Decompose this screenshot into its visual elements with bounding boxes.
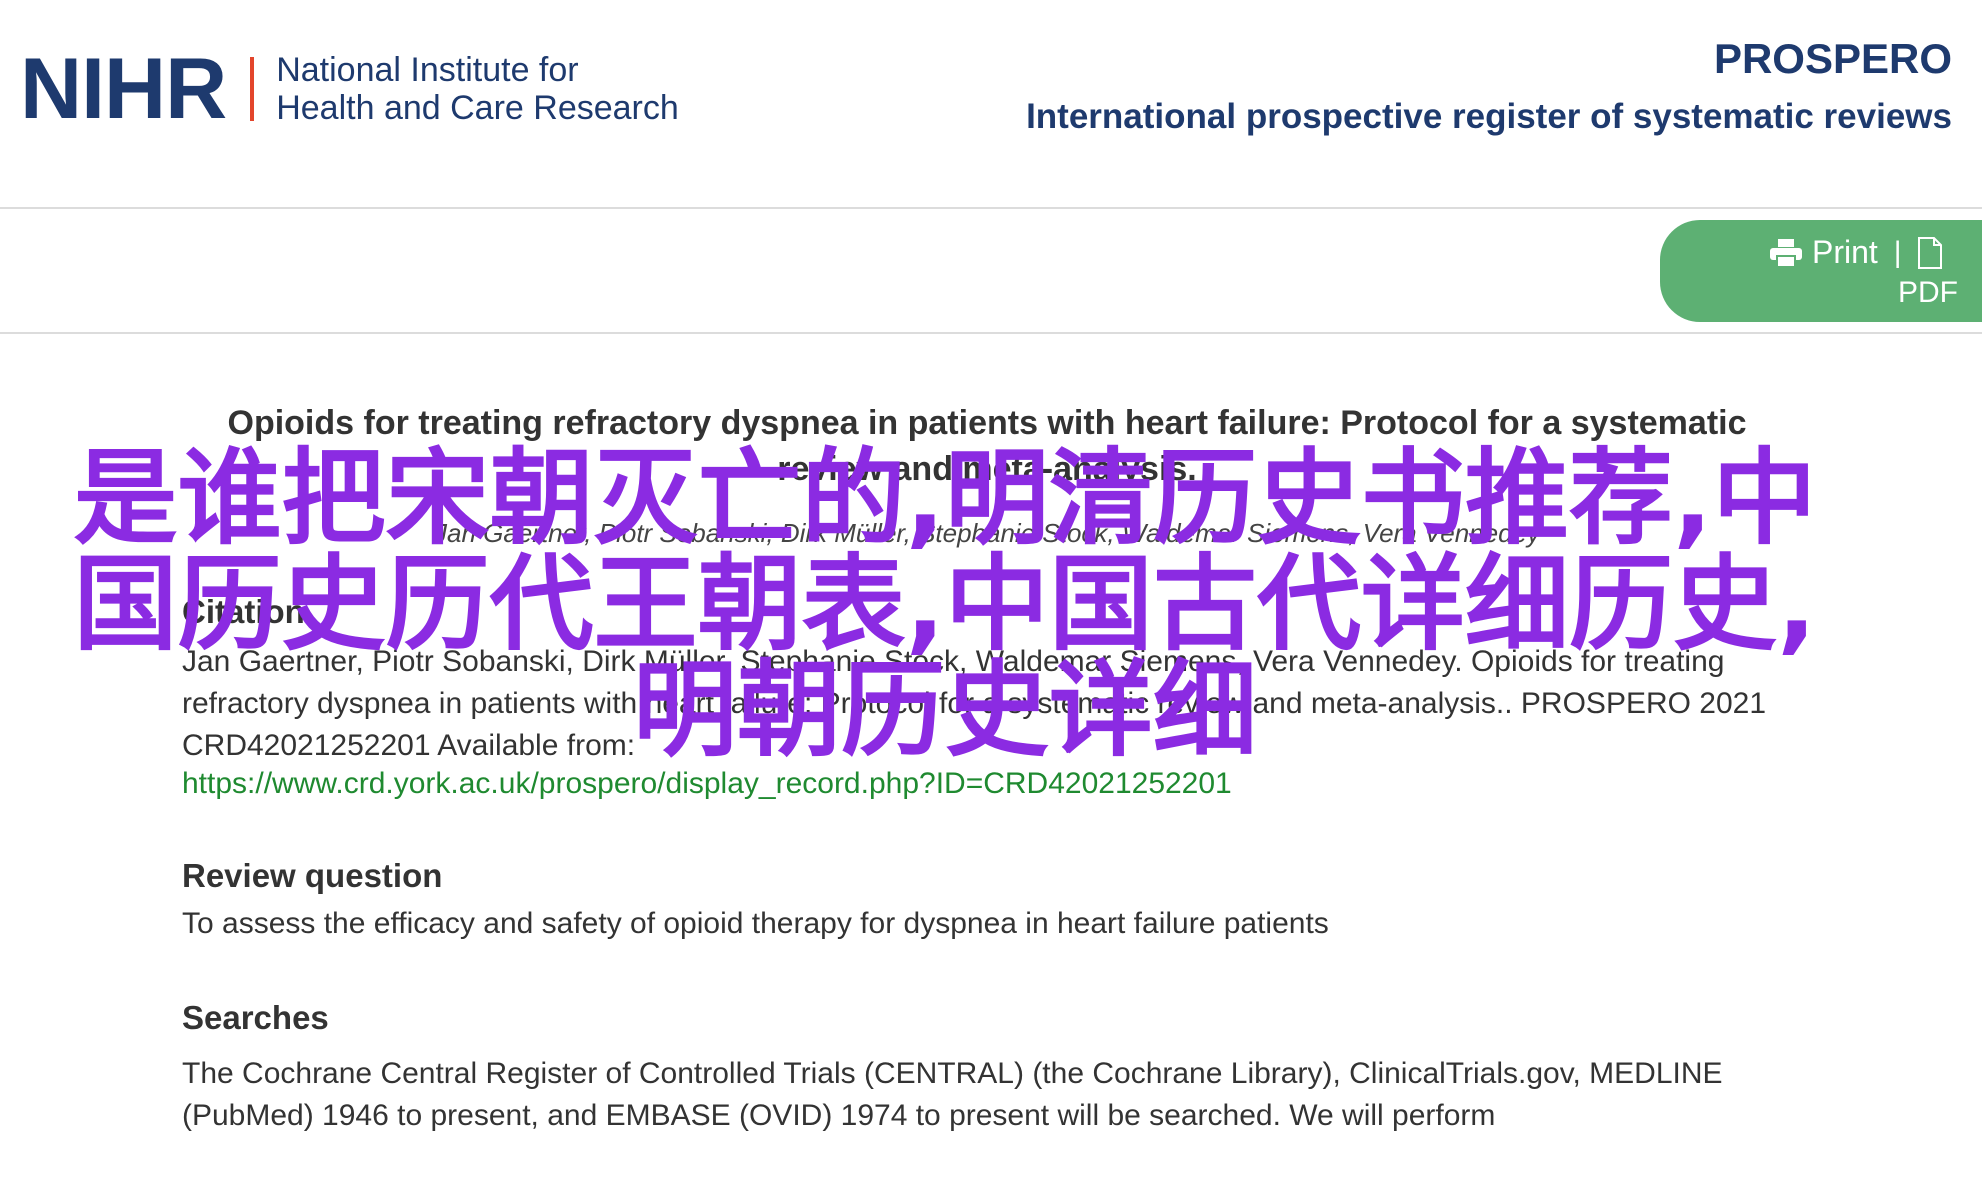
- printer-icon: [1770, 238, 1802, 267]
- print-label: Print: [1812, 234, 1878, 270]
- citation-text: Jan Gaertner, Piotr Sobanski, Dirk Mülle…: [182, 645, 1767, 762]
- pdf-file-icon[interactable]: [1917, 236, 1942, 269]
- logo-mark: NIHR: [20, 41, 227, 137]
- review-question-heading: Review question: [182, 857, 443, 894]
- logo-text: National Institute for Health and Care R…: [276, 51, 679, 127]
- citation-link[interactable]: https://www.crd.york.ac.uk/prospero/disp…: [182, 767, 1232, 800]
- prospero-brand: PROSPERO International prospective regis…: [1026, 35, 1952, 137]
- record-authors: Jan Gaertner, Piotr Sobanski, Dirk Mülle…: [433, 518, 1541, 548]
- header-divider: [0, 207, 1982, 209]
- searches-heading: Searches: [182, 999, 329, 1036]
- logo-divider: [250, 57, 255, 121]
- searches-text: The Cochrane Central Register of Control…: [182, 1057, 1723, 1132]
- record-content: Opioids for treating refractory dyspnea …: [182, 400, 1792, 1137]
- logo-line-1: National Institute for: [276, 51, 579, 89]
- record-title: Opioids for treating refractory dyspnea …: [227, 404, 1747, 488]
- toolbar-divider: [0, 332, 1982, 334]
- toolbar-separator: |: [1893, 235, 1902, 269]
- brand-title: PROSPERO: [1713, 35, 1952, 82]
- brand-subtitle: International prospective register of sy…: [1026, 97, 1952, 136]
- print-pdf-toolbar: Print | PDF: [1660, 220, 1982, 322]
- review-question-text: To assess the efficacy and safety of opi…: [182, 907, 1329, 940]
- nihr-logo[interactable]: NIHR National Institute for Health and C…: [20, 46, 679, 132]
- citation-heading: Citation: [182, 593, 305, 630]
- print-button[interactable]: Print |: [1770, 234, 1942, 271]
- logo-line-2: Health and Care Research: [276, 89, 679, 127]
- pdf-label[interactable]: PDF: [1898, 276, 1958, 310]
- site-header: NIHR National Institute for Health and C…: [0, 0, 1982, 207]
